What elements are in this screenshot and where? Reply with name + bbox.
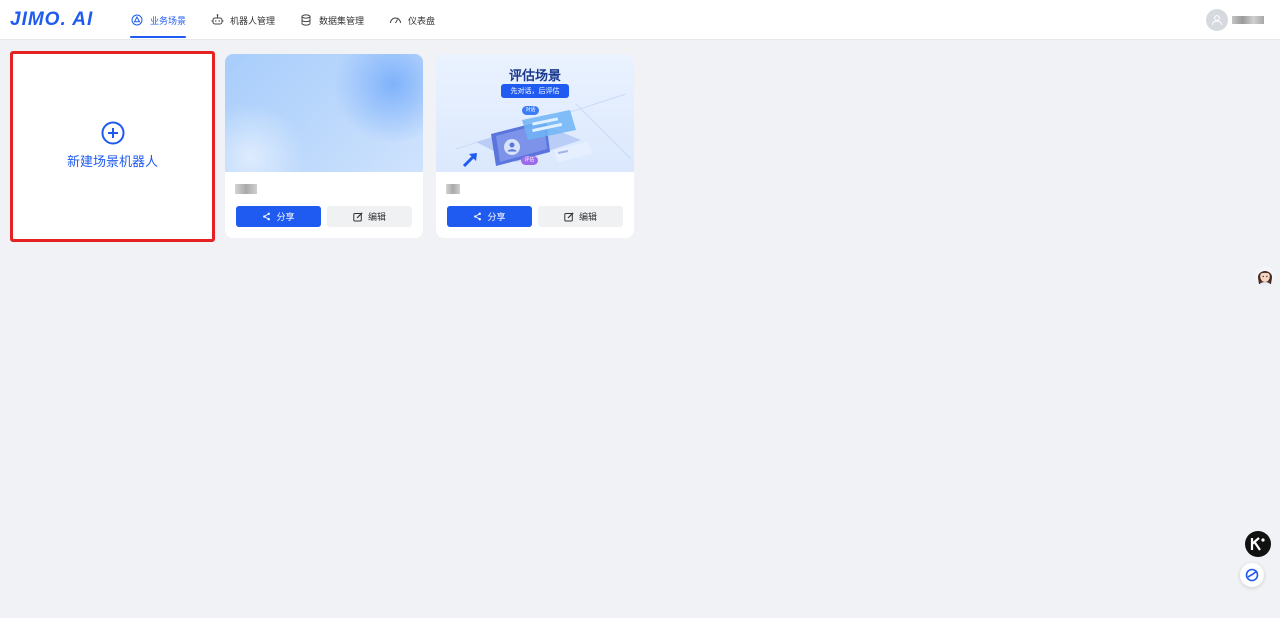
nav-label: 业务场景 (150, 16, 187, 27)
share-label: 分享 (276, 213, 295, 223)
edit-label: 编辑 (578, 213, 597, 223)
edit-button[interactable]: 编辑 (327, 206, 412, 227)
cover-tag-evaluation: 评估 (524, 157, 535, 163)
top-header: JIMO. AI 业务场景 机器人管理 数据集管理 仪表盘 (0, 0, 1280, 40)
nav-item-dashboard[interactable]: 仪表盘 (388, 0, 435, 40)
user-icon[interactable] (1206, 9, 1228, 31)
card-body: 分享 编辑 (225, 172, 423, 238)
card-title-redacted (235, 184, 257, 194)
chat-support-icon[interactable] (1240, 563, 1264, 587)
nav-item-business-scene[interactable]: 业务场景 (130, 0, 187, 40)
scene-card[interactable]: 分享 编辑 (225, 54, 423, 238)
edit-label: 编辑 (367, 213, 386, 223)
card-title-redacted (446, 184, 460, 194)
database-icon (299, 13, 313, 27)
edit-icon (564, 211, 574, 221)
edit-icon (353, 211, 363, 221)
nav-item-robot-management[interactable]: 机器人管理 (210, 0, 275, 40)
nav-label: 仪表盘 (408, 16, 436, 27)
user-menu[interactable] (1206, 9, 1264, 31)
share-icon (474, 212, 482, 221)
app-logo[interactable]: JIMO. AI (10, 10, 93, 30)
cover-tag-dialogue: 对话 (525, 107, 536, 113)
card-cover-image (225, 54, 423, 172)
share-button[interactable]: 分享 (236, 206, 321, 227)
share-label: 分享 (487, 213, 506, 223)
robot-icon (210, 13, 224, 27)
plus-circle-icon (101, 121, 124, 145)
dashboard-icon (388, 13, 402, 27)
assistant-avatar-icon[interactable] (1254, 264, 1276, 288)
k-app-icon[interactable] (1245, 531, 1271, 557)
nav-label: 机器人管理 (230, 16, 276, 27)
cover-decoration (225, 102, 305, 172)
scene-card[interactable]: 评估场景 先对话，后评估 对话 评估 分享 编辑 (436, 54, 634, 238)
share-icon (263, 212, 271, 221)
scene-icon (130, 13, 144, 27)
new-card-label: 新建场景机器人 (66, 155, 158, 170)
share-button[interactable]: 分享 (447, 206, 532, 227)
main-nav: 业务场景 机器人管理 数据集管理 仪表盘 (130, 0, 459, 40)
card-cover-image: 评估场景 先对话，后评估 对话 评估 (436, 54, 634, 172)
nav-label: 数据集管理 (319, 16, 365, 27)
cover-decoration (333, 54, 423, 144)
card-body: 分享 编辑 (436, 172, 634, 238)
user-name-redacted (1232, 16, 1264, 24)
new-scene-robot-card[interactable]: 新建场景机器人 (12, 53, 213, 240)
nav-item-dataset-management[interactable]: 数据集管理 (299, 0, 364, 40)
edit-button[interactable]: 编辑 (538, 206, 623, 227)
